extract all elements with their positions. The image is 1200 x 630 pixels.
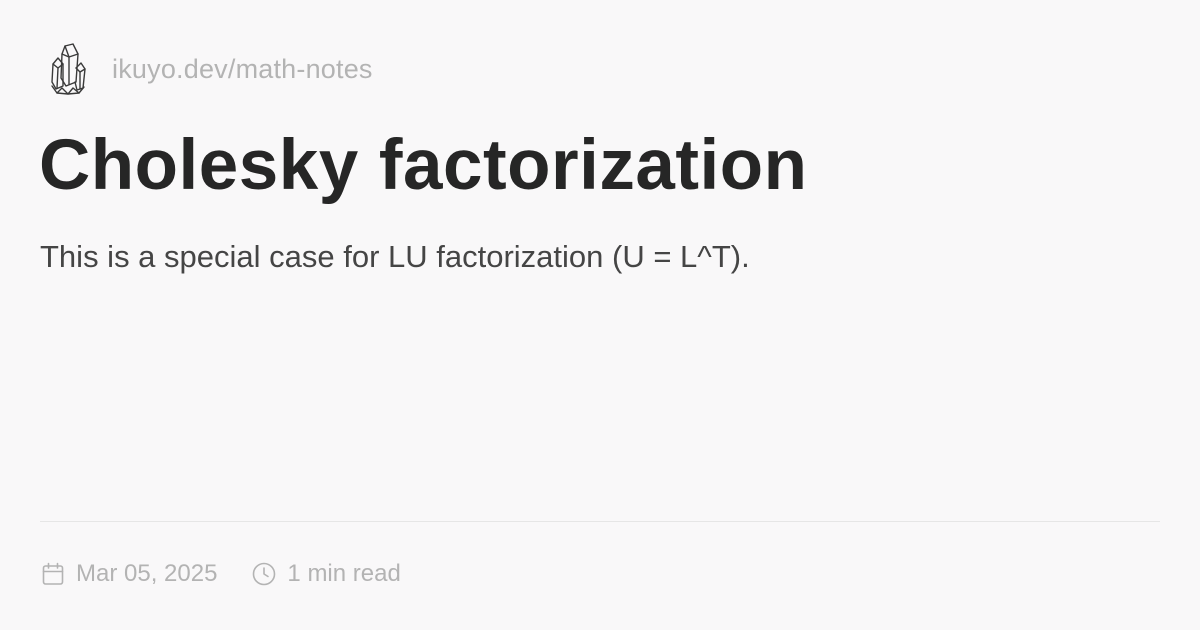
page-title: Cholesky factorization — [39, 126, 808, 205]
page-description: This is a special case for LU factorizat… — [40, 239, 750, 274]
site-url[interactable]: ikuyo.dev/math-notes — [112, 55, 373, 83]
reading-time-text: 1 min read — [287, 560, 401, 587]
divider — [40, 521, 1160, 522]
site-header: ikuyo.dev/math-notes — [48, 42, 373, 96]
article-meta: Mar 05, 2025 1 min read — [40, 557, 401, 591]
reading-time: 1 min read — [251, 560, 401, 587]
publish-date: Mar 05, 2025 — [40, 561, 217, 587]
publish-date-text: Mar 05, 2025 — [76, 560, 218, 587]
clock-icon — [253, 562, 276, 586]
crystal-cluster-icon — [51, 43, 86, 95]
calendar-icon — [42, 562, 64, 585]
